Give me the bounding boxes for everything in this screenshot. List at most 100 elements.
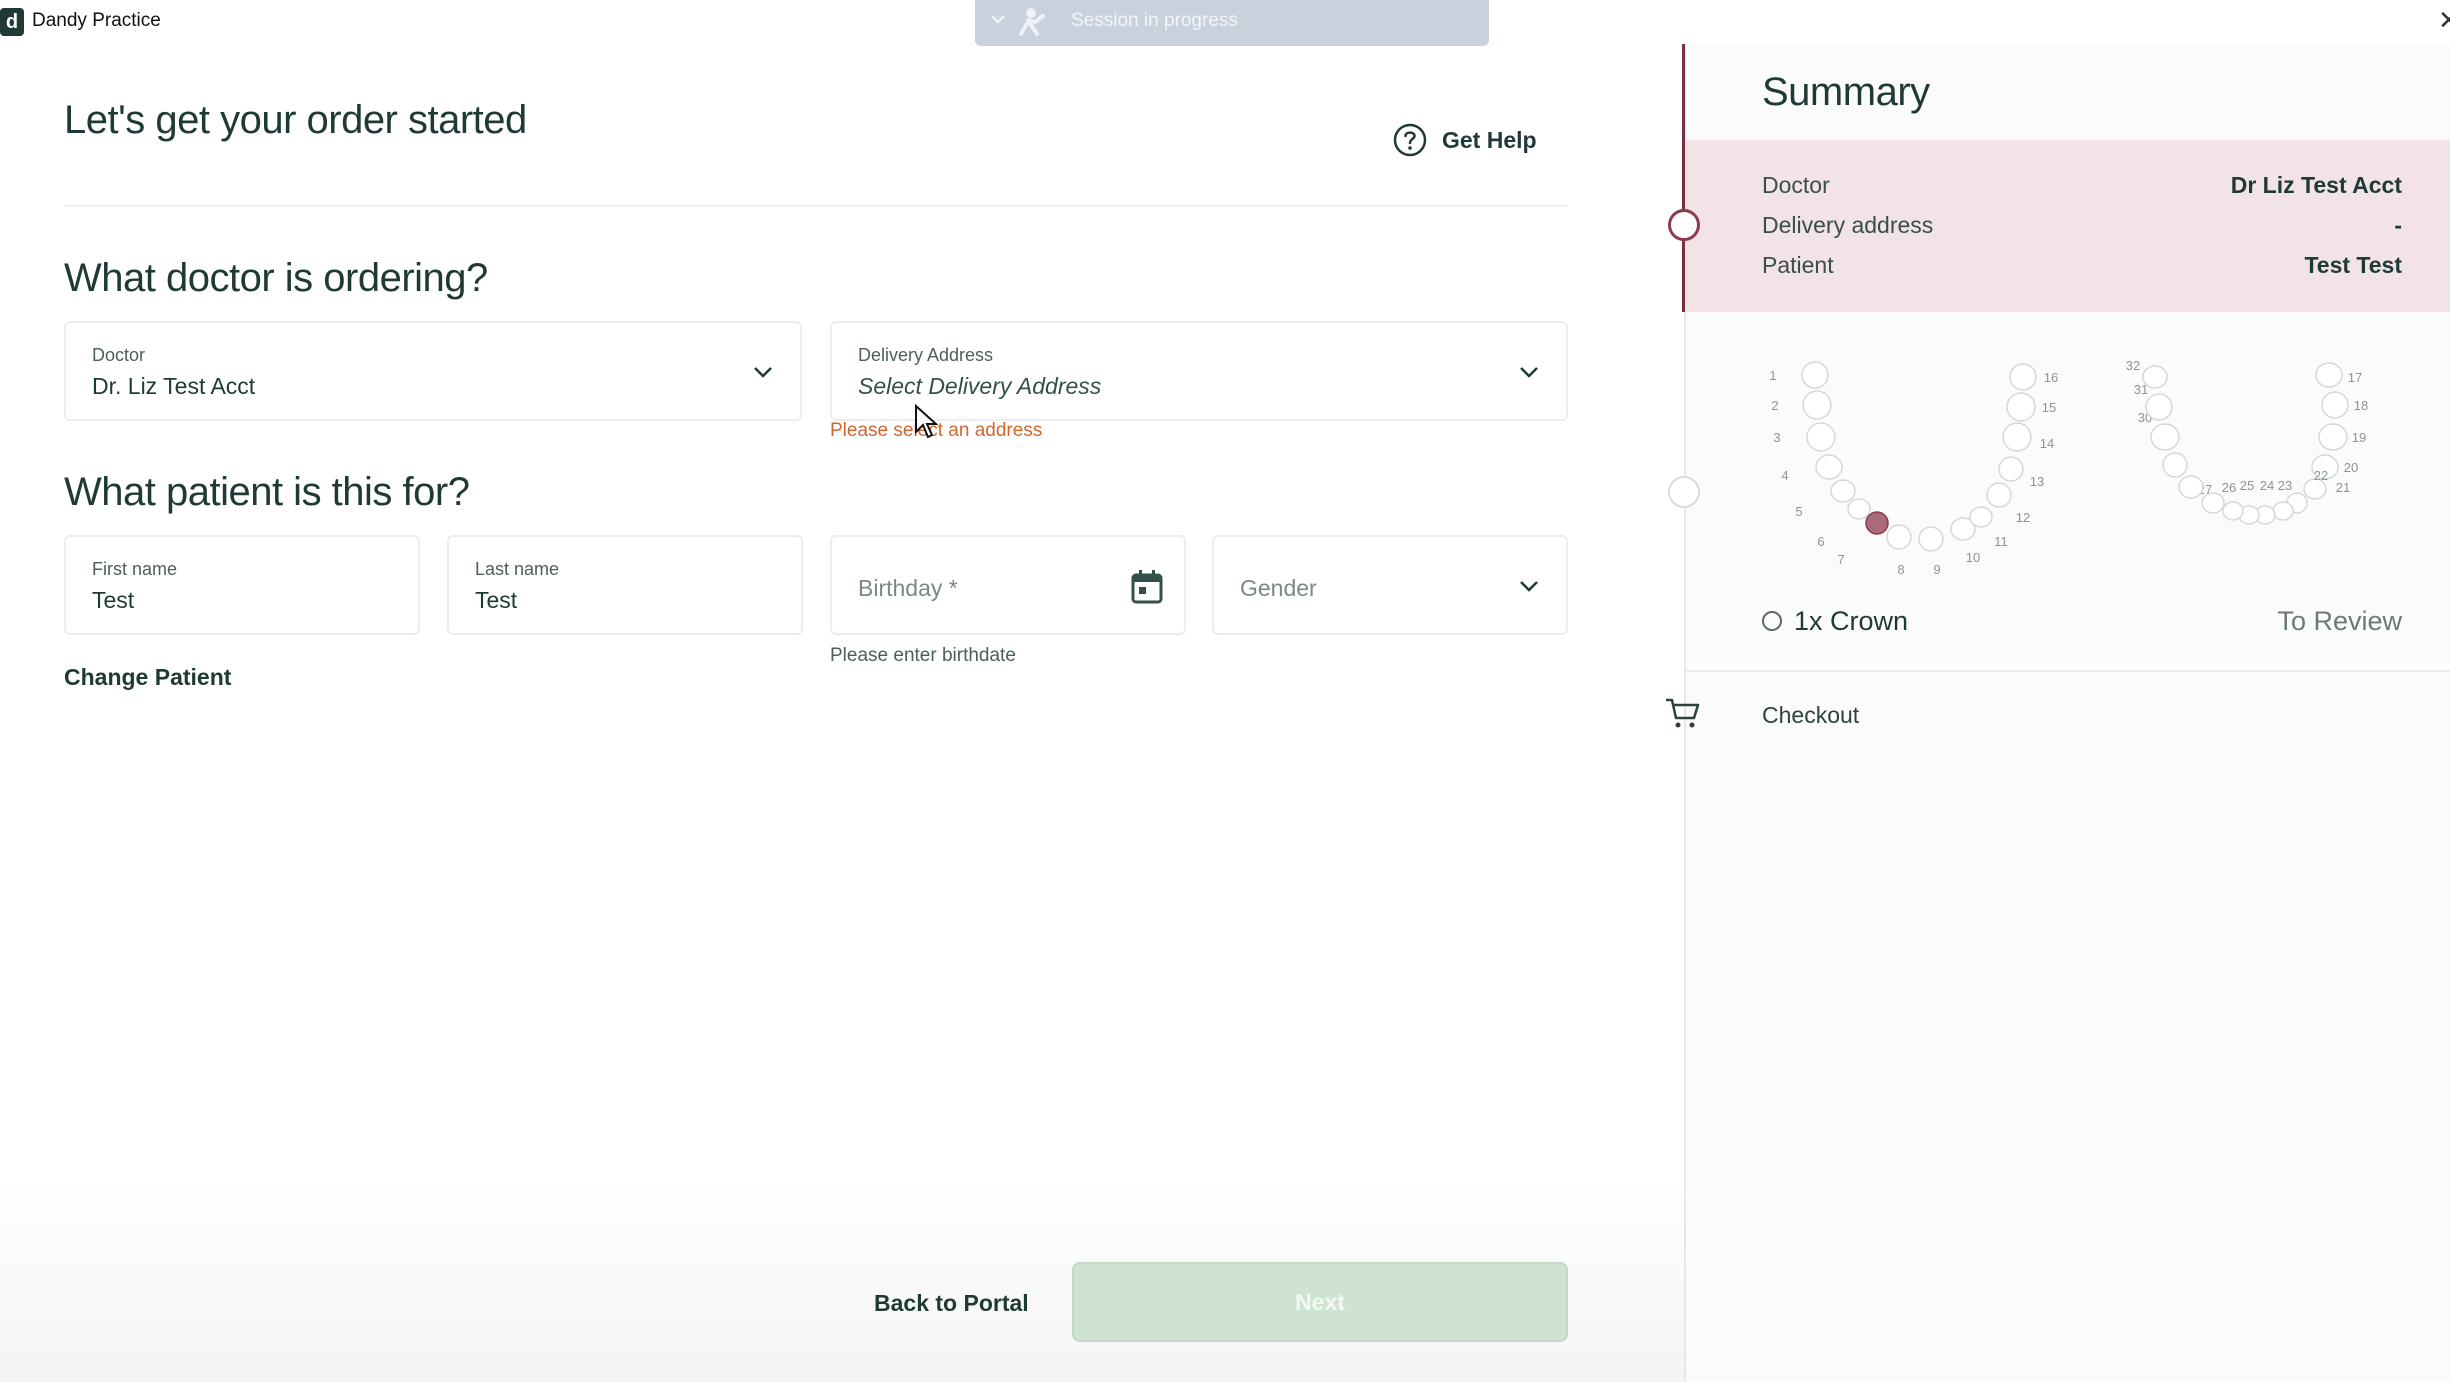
- doctor-section-heading: What doctor is ordering?: [64, 256, 488, 300]
- delivery-address-select[interactable]: Delivery Address Select Delivery Address: [830, 321, 1568, 421]
- tooth-4[interactable]: [1815, 454, 1843, 480]
- item-radio-icon[interactable]: [1762, 611, 1782, 631]
- first-name-label: First name: [92, 559, 178, 579]
- doctor-select-label: Doctor: [92, 345, 146, 365]
- get-help-button[interactable]: Get Help: [1392, 120, 1537, 160]
- tooth-26[interactable]: [2222, 501, 2244, 521]
- last-name-value: Test: [475, 587, 518, 613]
- tooth-16[interactable]: [2009, 363, 2037, 391]
- summary-row-doctor: Doctor Dr Liz Test Acct: [1762, 172, 2402, 202]
- tooth-number-label: 5: [1795, 504, 1802, 519]
- cart-icon: [1666, 698, 1700, 728]
- session-banner[interactable]: Session in progress: [975, 0, 1489, 46]
- tooth-8[interactable]: [1886, 524, 1912, 550]
- change-patient-link[interactable]: Change Patient: [64, 664, 231, 691]
- summary-row-delivery: Delivery address -: [1762, 212, 2402, 242]
- order-item-label: 1x Crown: [1794, 606, 1909, 636]
- timeline-step-pending[interactable]: [1668, 476, 1700, 508]
- birthday-field[interactable]: Birthday *: [830, 535, 1186, 635]
- tooth-32[interactable]: [2142, 365, 2168, 389]
- tooth-28[interactable]: [2178, 475, 2204, 499]
- tooth-number-label: 16: [2044, 370, 2058, 385]
- gender-select[interactable]: Gender: [1212, 535, 1568, 635]
- tooth-12[interactable]: [1986, 482, 2012, 508]
- order-item-row[interactable]: 1x Crown To Review: [1762, 604, 2402, 640]
- first-name-field[interactable]: First name Test: [64, 535, 420, 635]
- tooth-31[interactable]: [2145, 393, 2173, 421]
- tooth-6[interactable]: [1847, 498, 1871, 520]
- back-to-portal-button[interactable]: Back to Portal: [874, 1290, 1029, 1317]
- tooth-number-label: 10: [1966, 550, 1980, 565]
- session-user-icon: [1019, 8, 1045, 36]
- tooth-number-label: 21: [2336, 480, 2350, 495]
- window-close-button[interactable]: ✕: [2438, 6, 2450, 34]
- last-name-field[interactable]: Last name Test: [447, 535, 803, 635]
- tooth-3[interactable]: [1806, 422, 1836, 452]
- next-button[interactable]: Next: [1072, 1262, 1568, 1342]
- get-help-label: Get Help: [1442, 126, 1537, 153]
- tooth-5[interactable]: [1830, 479, 1856, 503]
- timeline-step-active[interactable]: [1668, 209, 1700, 241]
- timeline-active-line: [1682, 44, 1685, 312]
- tooth-number-label: 6: [1817, 534, 1824, 549]
- tooth-11[interactable]: [1969, 506, 1993, 528]
- tooth-number-label: 2: [1771, 398, 1778, 413]
- mouse-cursor-icon: [915, 404, 938, 439]
- tooth-number-label: 15: [2042, 400, 2056, 415]
- gender-placeholder: Gender: [1240, 575, 1317, 601]
- tooth-17[interactable]: [2315, 362, 2343, 388]
- last-name-label: Last name: [475, 559, 560, 579]
- tooth-number-label: 25: [2240, 478, 2254, 493]
- tooth-number-label: 11: [1994, 534, 2008, 549]
- checkout-step-label: Checkout: [1762, 702, 1860, 728]
- first-name-value: Test: [92, 587, 135, 613]
- tooth-19[interactable]: [2318, 423, 2348, 451]
- delivery-address-label: Delivery Address: [858, 345, 994, 365]
- help-circle-icon: [1393, 123, 1427, 157]
- tooth-23[interactable]: [2272, 501, 2294, 521]
- tooth-1[interactable]: [1801, 361, 1829, 389]
- page-title: Let's get your order started: [64, 98, 527, 142]
- doctor-select[interactable]: Doctor Dr. Liz Test Acct: [64, 321, 802, 421]
- birthday-helper-text: Please enter birthdate: [830, 645, 1016, 666]
- tooth-number-label: 23: [2278, 478, 2292, 493]
- tooth-14[interactable]: [2002, 422, 2032, 452]
- tooth-number-label: 19: [2352, 430, 2366, 445]
- session-status-text: Session in progress: [1071, 10, 1238, 31]
- tooth-number-label: 7: [1837, 552, 1844, 567]
- tooth-number-label: 32: [2126, 358, 2140, 373]
- app-title: Dandy Practice: [32, 10, 161, 31]
- chevron-down-icon: [754, 367, 772, 378]
- tooth-number-label: 1: [1769, 368, 1776, 383]
- tooth-number-label: 8: [1897, 562, 1904, 577]
- tooth-15[interactable]: [2006, 392, 2036, 422]
- summary-label: Patient: [1762, 252, 1834, 278]
- tooth-2[interactable]: [1802, 390, 1832, 420]
- patient-section-heading: What patient is this for?: [64, 470, 470, 514]
- tooth-30[interactable]: [2150, 423, 2180, 451]
- app-logo-icon: d: [0, 8, 24, 36]
- tooth-7[interactable]: [1865, 511, 1889, 535]
- tooth-number-label: 17: [2348, 370, 2362, 385]
- tooth-29[interactable]: [2162, 452, 2188, 478]
- summary-label: Delivery address: [1762, 212, 1934, 238]
- tooth-number-label: 22: [2314, 468, 2328, 483]
- tooth-18[interactable]: [2321, 391, 2349, 419]
- order-item-status: To Review: [2277, 606, 2402, 636]
- tooth-chart[interactable]: 12345678 910111213141516 17181920212223242…: [1755, 335, 2415, 585]
- chevron-down-icon: [1520, 367, 1538, 378]
- tooth-13[interactable]: [1998, 456, 2024, 482]
- summary-title: Summary: [1762, 70, 1930, 114]
- tooth-number-label: 4: [1781, 468, 1788, 483]
- summary-label: Doctor: [1762, 172, 1830, 198]
- tooth-number-label: 9: [1933, 562, 1940, 577]
- header-divider: [64, 205, 1568, 207]
- tooth-number-label: 18: [2354, 398, 2368, 413]
- calendar-icon[interactable]: [1130, 569, 1164, 605]
- chevron-down-icon: [1520, 581, 1538, 592]
- tooth-number-label: 12: [2016, 510, 2030, 525]
- chevron-down-icon[interactable]: [989, 10, 1007, 28]
- summary-value: Test Test: [2304, 252, 2402, 278]
- tooth-9[interactable]: [1918, 526, 1944, 552]
- tooth-number-label: 3: [1773, 430, 1780, 445]
